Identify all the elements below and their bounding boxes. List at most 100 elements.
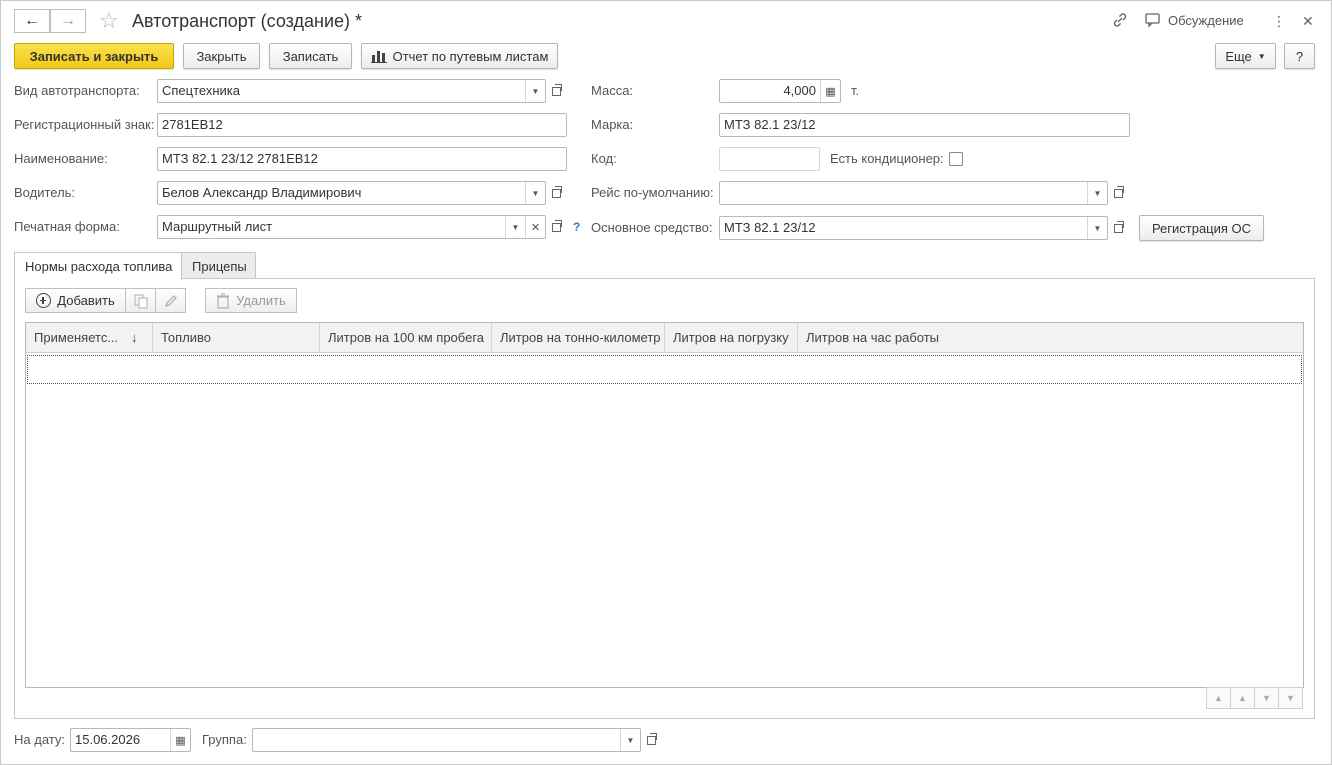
open-window-icon xyxy=(1113,220,1124,233)
close-button[interactable]: Закрыть xyxy=(183,43,260,69)
trip-sheets-report-button[interactable]: Отчет по путевым листам xyxy=(361,43,558,69)
brand-label: Марка: xyxy=(591,117,634,132)
more-vertical-icon[interactable]: ⋮ xyxy=(1272,11,1286,31)
dropdown-caret-icon[interactable]: ▼ xyxy=(505,216,525,238)
column-header-fuel[interactable]: Топливо xyxy=(153,323,320,353)
fixed-asset-value: МТЗ 82.1 23/12 xyxy=(724,220,816,235)
date-label: На дату: xyxy=(14,732,65,747)
calendar-icon[interactable]: ▦ xyxy=(170,729,190,751)
column-header-label: Применяетс... xyxy=(34,330,119,345)
copy-button[interactable] xyxy=(125,288,156,313)
driver-label: Водитель: xyxy=(14,185,76,200)
register-asset-button[interactable]: Регистрация ОС xyxy=(1139,215,1264,241)
air-conditioner-label: Есть кондиционер: xyxy=(830,151,944,166)
open-window-icon xyxy=(1113,185,1124,198)
tab-trailers[interactable]: Прицепы xyxy=(181,252,256,279)
edit-button[interactable] xyxy=(155,288,186,313)
mass-unit: т. xyxy=(851,83,860,98)
open-window-icon xyxy=(551,185,562,198)
print-form-value: Маршрутный лист xyxy=(162,219,273,234)
column-header-per-100km[interactable]: Литров на 100 км пробега xyxy=(320,323,492,353)
name-input[interactable]: МТЗ 82.1 23/12 2781ЕВ12 xyxy=(157,147,567,171)
bar-chart-icon xyxy=(370,51,387,63)
date-input[interactable]: 15.06.2026 ▦ xyxy=(70,728,191,752)
mass-input[interactable]: 4,000 ▦ xyxy=(719,79,841,103)
print-form-field[interactable]: Маршрутный лист ▼ ✕ xyxy=(157,215,546,239)
print-form-help-icon[interactable]: ? xyxy=(573,215,580,239)
dropdown-caret-icon[interactable]: ▼ xyxy=(525,80,545,102)
scroll-last-icon[interactable]: ▼ xyxy=(1278,687,1303,709)
favorite-star-icon[interactable]: ☆ xyxy=(99,9,119,33)
open-window-icon xyxy=(551,219,562,232)
reg-number-input[interactable]: 2781ЕВ12 xyxy=(157,113,567,137)
discussion-icon[interactable] xyxy=(1144,11,1162,35)
arrow-left-icon: ← xyxy=(24,12,40,29)
column-header-per-ton-km[interactable]: Литров на тонно-километр xyxy=(492,323,665,353)
dropdown-caret-icon[interactable]: ▼ xyxy=(1087,182,1107,204)
copy-icon xyxy=(134,294,147,308)
fixed-asset-field[interactable]: МТЗ 82.1 23/12 ▼ xyxy=(719,216,1108,240)
default-trip-label: Рейс по-умолчанию: xyxy=(591,185,714,200)
plus-circle-icon xyxy=(36,293,52,308)
arrow-right-icon: → xyxy=(60,12,76,29)
table-scroll-controls: ▲ ▲ ▼ ▼ xyxy=(1206,687,1303,709)
caret-down-icon: ▼ xyxy=(1257,51,1266,61)
print-form-open-button[interactable] xyxy=(546,215,566,239)
close-icon[interactable]: ✕ xyxy=(1302,11,1314,31)
reg-number-label: Регистрационный знак: xyxy=(14,117,155,132)
save-and-close-button[interactable]: Записать и закрыть xyxy=(14,43,174,69)
group-field[interactable]: ▼ xyxy=(252,728,641,752)
table-row[interactable] xyxy=(27,355,1302,384)
brand-input[interactable]: МТЗ 82.1 23/12 xyxy=(719,113,1130,137)
vehicle-type-field[interactable]: Спецтехника ▼ xyxy=(157,79,546,103)
code-label: Код: xyxy=(591,151,617,166)
column-header-per-loading[interactable]: Литров на погрузку xyxy=(665,323,798,353)
calculator-icon[interactable]: ▦ xyxy=(820,80,840,102)
form-window: ← → ☆ Автотранспорт (создание) * Обсужде… xyxy=(0,0,1332,765)
mass-value: 4,000 xyxy=(783,83,816,98)
group-open-button[interactable] xyxy=(641,728,661,752)
dropdown-caret-icon[interactable]: ▼ xyxy=(620,729,640,751)
tab-fuel-norms[interactable]: Нормы расхода топлива xyxy=(14,252,182,280)
dropdown-caret-icon[interactable]: ▼ xyxy=(525,182,545,204)
column-header-per-hour[interactable]: Литров на час работы xyxy=(798,323,1303,353)
more-button[interactable]: Еще ▼ xyxy=(1215,43,1276,69)
print-form-label: Печатная форма: xyxy=(14,219,120,234)
forward-button[interactable]: → xyxy=(50,9,86,33)
trip-sheets-report-label: Отчет по путевым листам xyxy=(392,48,549,64)
link-icon[interactable] xyxy=(1111,11,1129,35)
save-button[interactable]: Записать xyxy=(269,43,352,69)
driver-value: Белов Александр Владимирович xyxy=(162,185,362,200)
clear-icon[interactable]: ✕ xyxy=(525,216,545,238)
delete-label: Удалить xyxy=(236,293,286,308)
scroll-up-icon[interactable]: ▲ xyxy=(1230,687,1255,709)
air-conditioner-checkbox[interactable] xyxy=(949,152,963,166)
delete-button[interactable]: Удалить xyxy=(205,288,297,313)
name-label: Наименование: xyxy=(14,151,108,166)
mass-label: Масса: xyxy=(591,83,634,98)
discussion-label[interactable]: Обсуждение xyxy=(1168,11,1244,31)
page-title: Автотранспорт (создание) * xyxy=(132,11,363,31)
fixed-asset-open-button[interactable] xyxy=(1108,216,1128,240)
column-header-applies[interactable]: Применяетс... ↓ xyxy=(26,323,153,353)
fuel-norms-table[interactable]: Применяетс... ↓ Топливо Литров на 100 км… xyxy=(25,322,1304,688)
help-button[interactable]: ? xyxy=(1284,43,1315,69)
scroll-down-icon[interactable]: ▼ xyxy=(1254,687,1279,709)
driver-field[interactable]: Белов Александр Владимирович ▼ xyxy=(157,181,546,205)
name-value: МТЗ 82.1 23/12 2781ЕВ12 xyxy=(162,151,318,166)
dropdown-caret-icon[interactable]: ▼ xyxy=(1087,217,1107,239)
default-trip-field[interactable]: ▼ xyxy=(719,181,1108,205)
driver-open-button[interactable] xyxy=(546,181,566,205)
vehicle-type-value: Спецтехника xyxy=(162,83,240,98)
back-button[interactable]: ← xyxy=(14,9,50,33)
group-label: Группа: xyxy=(202,732,247,747)
default-trip-open-button[interactable] xyxy=(1108,181,1128,205)
fixed-asset-label: Основное средство: xyxy=(591,220,713,235)
vehicle-type-label: Вид автотранспорта: xyxy=(14,83,140,98)
vehicle-type-open-button[interactable] xyxy=(546,79,566,103)
date-value: 15.06.2026 xyxy=(75,732,141,747)
code-input[interactable] xyxy=(719,147,820,171)
scroll-first-icon[interactable]: ▲ xyxy=(1206,687,1231,709)
pencil-icon xyxy=(164,294,177,307)
add-button[interactable]: Добавить xyxy=(25,288,126,313)
